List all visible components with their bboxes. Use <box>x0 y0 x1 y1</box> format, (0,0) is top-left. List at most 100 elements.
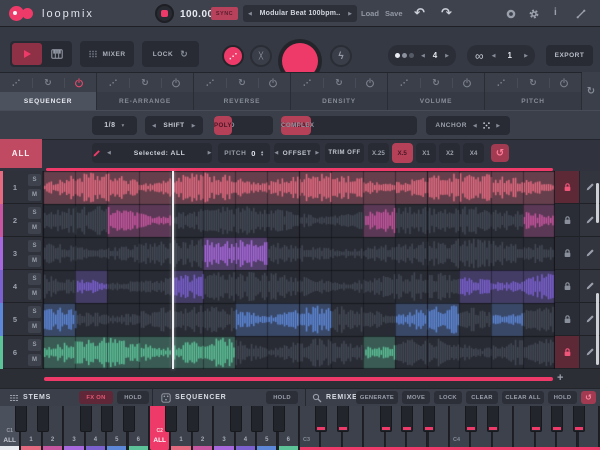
preset-selector[interactable]: ◀ Modular Beat 100bpm.. ▶ <box>243 5 357 22</box>
remix-black-key[interactable] <box>422 406 435 432</box>
play-button[interactable] <box>12 43 42 65</box>
solo-button[interactable]: S <box>28 174 41 186</box>
bars-next-icon[interactable]: ▶ <box>445 53 449 59</box>
infinity-icon[interactable]: ∞ <box>475 50 484 62</box>
mute-button[interactable]: M <box>28 222 41 234</box>
crossfade-knob[interactable]: ╳ <box>250 45 272 67</box>
power-icon[interactable] <box>559 78 569 88</box>
selected-track-control[interactable]: ◀ Selected: ALL ▶ <box>92 143 212 163</box>
track-lock-cell[interactable] <box>555 171 579 204</box>
shift-control[interactable]: ◀ SHIFT ▶ <box>145 116 203 135</box>
sequencer-hold-button[interactable]: HOLD <box>266 391 298 404</box>
track-lock-cell[interactable] <box>555 303 579 336</box>
retrigger-rotate-button[interactable]: ↺ <box>491 144 509 162</box>
anchor-control[interactable]: ANCHOR ◀ ▶ <box>426 116 510 135</box>
stem-black-key[interactable] <box>229 406 242 432</box>
stem-black-key[interactable] <box>122 406 135 432</box>
remix-clear-button[interactable]: CLEAR <box>466 391 498 404</box>
anchor-dice-icon[interactable] <box>482 121 491 130</box>
solo-button[interactable]: S <box>28 339 41 351</box>
retrigger-knob[interactable]: ϟ <box>330 45 352 67</box>
pencil-icon[interactable] <box>585 182 595 192</box>
pencil-icon[interactable] <box>585 248 595 258</box>
pencil-icon[interactable] <box>585 314 595 324</box>
add-bar-button[interactable]: + <box>557 372 563 384</box>
trim-toggle[interactable]: TRIM OFF <box>325 143 364 163</box>
solo-button[interactable]: S <box>28 240 41 252</box>
solo-button[interactable]: S <box>28 306 41 318</box>
cycle-icon[interactable]: ↻ <box>238 77 246 88</box>
mute-button[interactable]: M <box>28 288 41 300</box>
remix-hold-button[interactable]: HOLD <box>548 391 577 404</box>
shift-next-icon[interactable]: ▶ <box>192 123 196 129</box>
remix-black-key[interactable] <box>379 406 392 432</box>
fx-on-button[interactable]: FX ON <box>79 391 113 404</box>
speed-x4[interactable]: X4 <box>463 143 484 163</box>
redo-button[interactable]: ↷ <box>441 5 452 21</box>
random-diagonal-icon[interactable]: ⋰ <box>303 78 311 87</box>
solo-button[interactable]: S <box>28 207 41 219</box>
track-lock-cell[interactable] <box>555 270 579 303</box>
stem-black-key[interactable] <box>15 406 28 432</box>
remix-black-key[interactable] <box>572 406 585 432</box>
loop-range-line[interactable] <box>44 377 553 381</box>
remix-black-key[interactable] <box>315 406 328 432</box>
remix-black-key[interactable] <box>551 406 564 432</box>
random-diagonal-icon[interactable]: ⋰ <box>400 78 408 87</box>
remix-refresh-button[interactable]: ↺ <box>581 391 596 404</box>
mute-button[interactable]: M <box>28 321 41 333</box>
pencil-icon[interactable] <box>585 281 595 291</box>
mute-button[interactable]: M <box>28 189 41 201</box>
stem-black-key[interactable] <box>165 406 178 432</box>
export-button[interactable]: EXPORT <box>546 45 593 66</box>
stem-black-key[interactable] <box>101 406 114 432</box>
pitch-stepper-icon[interactable]: ▴ ▾ <box>261 149 264 157</box>
cycle-icon[interactable]: ↻ <box>529 77 537 88</box>
pattern-dot-2[interactable] <box>402 53 407 58</box>
cycle-icon[interactable]: ↻ <box>335 77 343 88</box>
random-diagonal-icon[interactable]: ⋰ <box>109 78 117 87</box>
grid-scrollbar-segment-bottom[interactable] <box>596 293 599 365</box>
save-button[interactable]: Save <box>385 9 403 18</box>
track-lock-cell[interactable] <box>555 336 579 369</box>
mixer-button[interactable]: MIXER <box>80 41 134 67</box>
mute-button[interactable]: M <box>28 255 41 267</box>
cycle-icon[interactable]: ↻ <box>141 77 149 88</box>
power-icon[interactable] <box>365 78 375 88</box>
pencil-icon[interactable] <box>585 347 595 357</box>
voice-mode-poly[interactable]: POLY <box>214 116 232 135</box>
remix-lock-button[interactable]: LOCK <box>434 391 462 404</box>
remix-black-key[interactable] <box>401 406 414 432</box>
pattern-dot-1[interactable] <box>395 53 400 58</box>
info-icon[interactable]: i <box>554 7 557 18</box>
offset-prev-icon[interactable]: ◀ <box>274 150 278 156</box>
remix-black-key[interactable] <box>465 406 478 432</box>
speed-x.5[interactable]: X.5 <box>391 143 413 163</box>
remix-black-key[interactable] <box>336 406 349 432</box>
random-diagonal-icon[interactable]: ⋰ <box>12 78 20 87</box>
track-edit-cell[interactable] <box>579 237 600 270</box>
track-lock-cell[interactable] <box>555 204 579 237</box>
load-button[interactable]: Load <box>361 9 379 18</box>
tab-re-arrange[interactable]: RE-ARRANGE <box>97 92 194 110</box>
remix-black-key[interactable] <box>486 406 499 432</box>
piano-mode-icon[interactable] <box>50 48 64 60</box>
lock-icon[interactable] <box>562 215 573 226</box>
tab-sequencer[interactable]: SEQUENCER <box>0 92 97 110</box>
tab-density[interactable]: DENSITY <box>291 92 388 110</box>
lock-icon[interactable] <box>562 347 573 358</box>
tab-volume[interactable]: VOLUME <box>388 92 485 110</box>
preset-next-icon[interactable]: ▶ <box>348 11 352 17</box>
solo-button[interactable]: S <box>28 273 41 285</box>
lock-icon[interactable] <box>562 248 573 259</box>
waveform-grid[interactable] <box>43 171 555 369</box>
power-icon[interactable] <box>171 78 181 88</box>
cycle-icon[interactable]: ↻ <box>44 77 52 88</box>
select-all-button[interactable]: ALL <box>0 139 42 168</box>
remix-generate-button[interactable]: GENERATE <box>356 391 398 404</box>
mute-button[interactable]: M <box>28 354 41 366</box>
rate-select[interactable]: 1/8 ▾ <box>92 116 137 135</box>
lock-cycle-icon[interactable]: ↻ <box>180 49 188 60</box>
cycle-icon[interactable]: ↻ <box>432 77 440 88</box>
undo-button[interactable]: ↶ <box>414 5 425 21</box>
